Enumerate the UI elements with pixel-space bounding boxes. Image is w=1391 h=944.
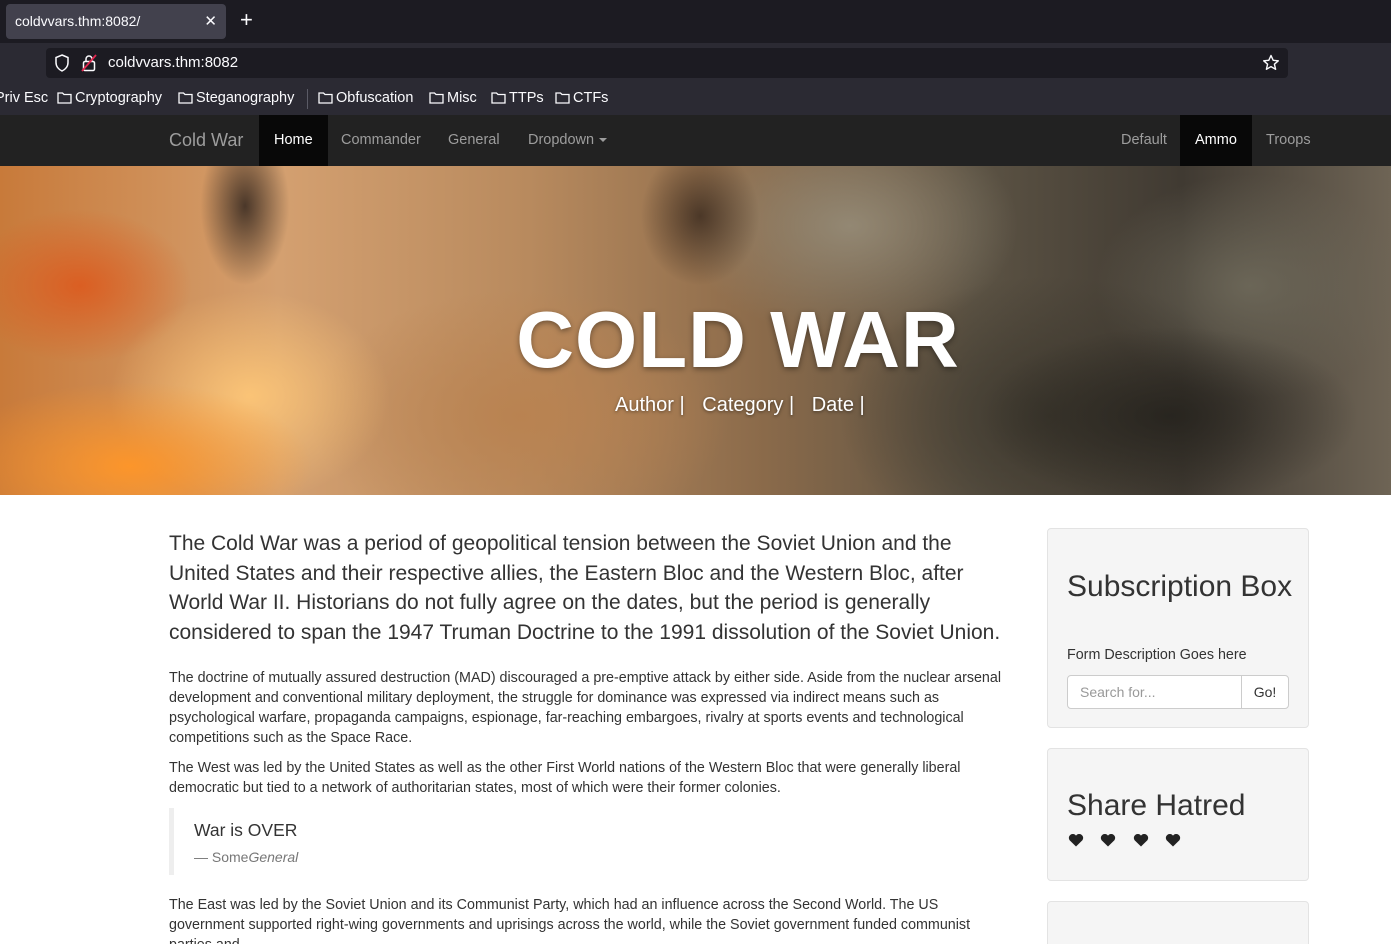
nav-default[interactable]: Default <box>1106 115 1182 166</box>
nav-troops[interactable]: Troops <box>1251 115 1326 166</box>
bookmark-folder[interactable]: Steganography <box>178 90 294 106</box>
brand-link[interactable]: Cold War <box>169 130 243 151</box>
hero-date: Date | <box>811 394 865 416</box>
bookmark-label: Obfuscation <box>336 90 414 106</box>
bookmark-item[interactable]: Priv Esc <box>0 90 48 106</box>
nav-ammo[interactable]: Ammo <box>1180 115 1252 166</box>
heart-icon[interactable] <box>1100 833 1116 852</box>
folder-icon <box>57 92 72 104</box>
new-tab-icon[interactable]: + <box>240 9 253 31</box>
share-box: Share Hatred <box>1047 748 1309 881</box>
folder-icon <box>555 92 570 104</box>
article-paragraph: The West was led by the United States as… <box>169 760 961 796</box>
nav-commander[interactable]: Commander <box>326 115 436 166</box>
hero-author: Author | <box>615 394 685 416</box>
article-paragraph: The doctrine of mutually assured destruc… <box>169 670 1002 746</box>
close-icon[interactable]: ✕ <box>204 12 217 30</box>
heart-icon[interactable] <box>1133 833 1149 852</box>
heart-icon[interactable] <box>1165 833 1181 852</box>
nav-home[interactable]: Home <box>259 115 328 166</box>
subscription-box: Subscription Box Form Description Goes h… <box>1047 528 1309 728</box>
nav-dropdown[interactable]: Dropdown <box>513 115 622 166</box>
tab-title: coldvvars.thm:8082/ <box>15 13 141 29</box>
article-paragraph: The East was led by the Soviet Union and… <box>169 897 971 944</box>
bookmark-label: Cryptography <box>75 90 163 106</box>
bookmark-label: TTPs <box>509 90 544 106</box>
bookmark-separator <box>307 89 308 109</box>
sidebar-box <box>1047 901 1309 944</box>
bookmark-label: Misc <box>447 90 477 106</box>
insecure-lock-icon[interactable] <box>81 54 97 77</box>
url-text[interactable]: coldvvars.thm:8082 <box>108 54 238 71</box>
search-group: Go! <box>1067 675 1289 709</box>
subscription-title: Subscription Box <box>1067 570 1293 603</box>
quote-footer: — SomeGeneral <box>194 849 994 865</box>
form-description: Form Description Goes here <box>1067 647 1247 663</box>
quote-text: War is OVER <box>194 820 298 840</box>
bookmark-folder[interactable]: Misc <box>429 90 477 106</box>
heart-list <box>1068 833 1193 852</box>
folder-icon <box>491 92 506 104</box>
search-input[interactable] <box>1067 675 1242 709</box>
hero-smoke <box>200 166 290 286</box>
shield-icon[interactable] <box>54 54 70 77</box>
caret-down-icon <box>599 138 608 143</box>
bookmark-folder[interactable]: CTFs <box>555 90 608 106</box>
quote-source: General <box>248 849 299 865</box>
bookmark-label: CTFs <box>573 90 609 106</box>
hero-meta: Author | Category | Date | <box>615 394 877 417</box>
nav-general[interactable]: General <box>433 115 515 166</box>
blockquote: War is OVER — SomeGeneral <box>169 808 1014 875</box>
hero-title: COLD WAR <box>516 295 960 384</box>
share-title: Share Hatred <box>1067 789 1246 822</box>
hero-category: Category | <box>702 394 795 416</box>
quote-author: — Some <box>194 849 249 865</box>
nav-dropdown-label: Dropdown <box>528 132 595 148</box>
bookmark-folder[interactable]: Cryptography <box>57 90 162 106</box>
browser-tab[interactable]: coldvvars.thm:8082/ ✕ <box>6 4 226 39</box>
site-navbar: Cold War Home Commander General Dropdown… <box>0 115 1391 166</box>
browser-tab-bar: coldvvars.thm:8082/ ✕ + <box>0 0 1391 43</box>
url-bar[interactable]: coldvvars.thm:8082 <box>46 48 1288 78</box>
article-content: The Cold War was a period of geopolitica… <box>169 529 1014 944</box>
folder-icon <box>178 92 193 104</box>
browser-toolbar: coldvvars.thm:8082 <box>0 43 1391 83</box>
article-lead: The Cold War was a period of geopolitica… <box>169 532 1001 644</box>
hero-smoke <box>640 166 760 286</box>
bookmark-folder[interactable]: Obfuscation <box>318 90 413 106</box>
folder-icon <box>429 92 444 104</box>
bookmarks-bar: Priv Esc Cryptography Steganography Obfu… <box>0 83 1391 115</box>
bookmark-label: Steganography <box>196 90 295 106</box>
go-button[interactable]: Go! <box>1241 675 1289 709</box>
bookmark-star-icon[interactable] <box>1262 54 1280 77</box>
folder-icon <box>318 92 333 104</box>
bookmark-folder[interactable]: TTPs <box>491 90 544 106</box>
heart-icon[interactable] <box>1068 833 1084 852</box>
hero-banner: COLD WAR Author | Category | Date | <box>0 166 1391 495</box>
